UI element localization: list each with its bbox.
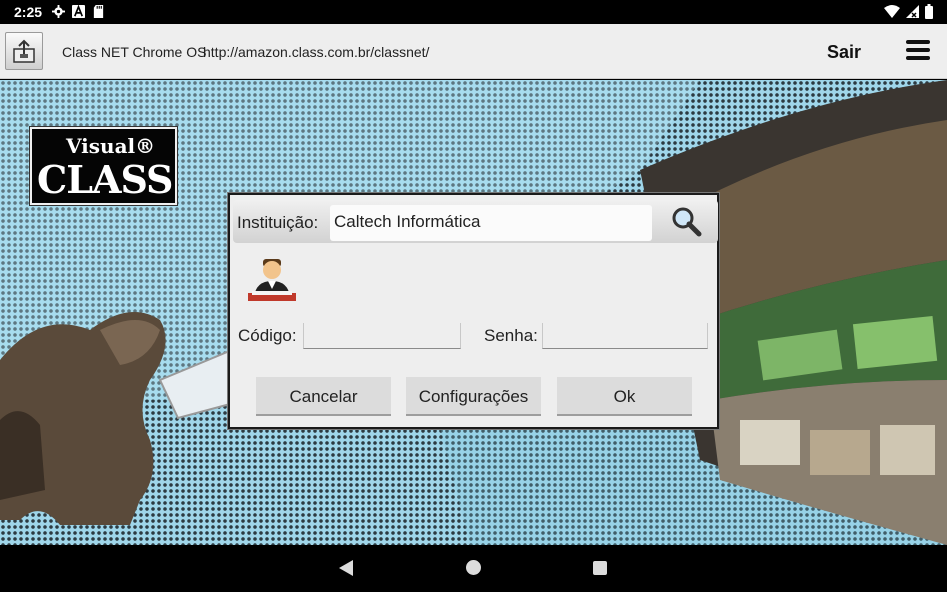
app-url: http://amazon.class.com.br/classnet/ xyxy=(203,44,430,60)
institution-label: Instituição: xyxy=(237,213,319,232)
search-button[interactable] xyxy=(666,204,706,240)
visual-class-logo: Visual® CLASS xyxy=(29,126,178,206)
hamburger-menu-icon[interactable] xyxy=(906,40,930,62)
user-avatar-icon xyxy=(248,259,296,301)
upload-icon xyxy=(13,39,35,63)
battery-icon xyxy=(925,4,933,19)
search-icon xyxy=(672,207,702,237)
app-logo-icon[interactable] xyxy=(5,32,43,70)
signal-icon xyxy=(906,5,919,18)
password-label: Senha: xyxy=(484,326,538,345)
logo-line1: Visual® xyxy=(66,134,156,158)
recent-apps-icon[interactable] xyxy=(593,561,607,575)
ok-button[interactable]: Ok xyxy=(557,377,692,416)
login-dialog: Instituição: Caltech Informática Código:… xyxy=(228,193,719,429)
status-left-icons xyxy=(52,5,105,18)
app-title: Class NET Chrome OS xyxy=(62,44,207,60)
code-input[interactable] xyxy=(303,323,461,349)
status-right-icons xyxy=(884,4,933,19)
status-bar: 2:25 xyxy=(0,0,947,24)
a-icon xyxy=(72,5,85,18)
logout-button[interactable]: Sair xyxy=(827,42,861,63)
back-icon[interactable] xyxy=(339,560,353,576)
home-icon[interactable] xyxy=(466,560,481,575)
gear-icon xyxy=(52,5,65,18)
settings-button[interactable]: Configurações xyxy=(406,377,541,416)
navigation-bar xyxy=(0,545,947,592)
cancel-button[interactable]: Cancelar xyxy=(256,377,391,416)
status-time: 2:25 xyxy=(14,4,43,20)
app-bar: Class NET Chrome OS http://amazon.class.… xyxy=(0,24,947,79)
password-input[interactable] xyxy=(542,323,708,349)
code-label: Código: xyxy=(238,326,297,345)
wifi-icon xyxy=(884,5,900,18)
logo-line2: CLASS xyxy=(37,157,173,202)
sd-card-icon xyxy=(93,5,104,18)
institution-field[interactable]: Caltech Informática xyxy=(330,205,652,241)
institution-bar: Instituição: Caltech Informática xyxy=(233,200,718,243)
